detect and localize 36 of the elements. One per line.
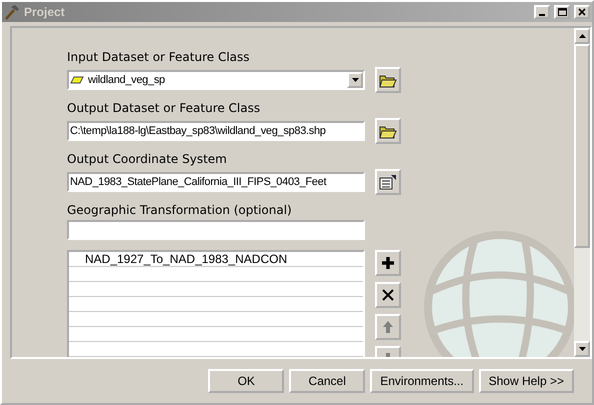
scroll-thumb[interactable]	[574, 44, 590, 248]
scrollbar[interactable]	[574, 28, 590, 357]
add-button[interactable]	[375, 250, 401, 276]
field-label: Output Coordinate System	[67, 152, 228, 166]
hammer-icon	[4, 4, 20, 20]
window-title: Project	[24, 5, 66, 19]
dialog-button[interactable]: Environments...	[370, 369, 474, 393]
polygon-layer-icon	[70, 76, 84, 84]
text-field[interactable]: NAD_1983_StatePlane_California_III_FIPS_0403_Feet	[67, 172, 365, 192]
open-folder-button[interactable]	[375, 118, 401, 144]
remove-button[interactable]	[375, 282, 401, 308]
text-field[interactable]	[67, 220, 365, 240]
x-icon	[381, 288, 395, 302]
folder-icon	[379, 124, 397, 138]
field-label: Geographic Transformation (optional)	[67, 203, 293, 217]
scroll-down-icon[interactable]	[574, 341, 590, 357]
dialog-button[interactable]: Show Help >>	[478, 369, 574, 393]
dropdown-field[interactable]: wildland_veg_sp	[67, 70, 365, 90]
maximize-icon	[558, 8, 566, 16]
properties-icon	[379, 174, 397, 190]
maximize-button[interactable]	[554, 5, 570, 19]
close-button[interactable]	[574, 5, 590, 19]
scroll-up-icon[interactable]	[574, 28, 590, 44]
text-field[interactable]: C:\temp\la188-lg\Eastbay_sp83\wildland_veg_sp83.shp	[67, 121, 365, 141]
folder-icon	[379, 72, 397, 88]
close-icon	[578, 8, 586, 16]
up-arrow-icon	[382, 320, 394, 334]
dialog-button[interactable]: Cancel	[289, 369, 366, 393]
minimize-button[interactable]	[534, 5, 550, 19]
properties-button[interactable]	[375, 169, 401, 195]
field-label: Input Dataset or Feature Class	[67, 50, 251, 64]
plus-icon	[381, 256, 395, 270]
open-folder-button[interactable]	[375, 67, 401, 93]
field-label: Output Dataset or Feature Class	[67, 101, 262, 115]
list-item[interactable]: NAD_1927_To_NAD_1983_NADCON	[69, 252, 363, 267]
dialog-button[interactable]: OK	[208, 369, 284, 393]
